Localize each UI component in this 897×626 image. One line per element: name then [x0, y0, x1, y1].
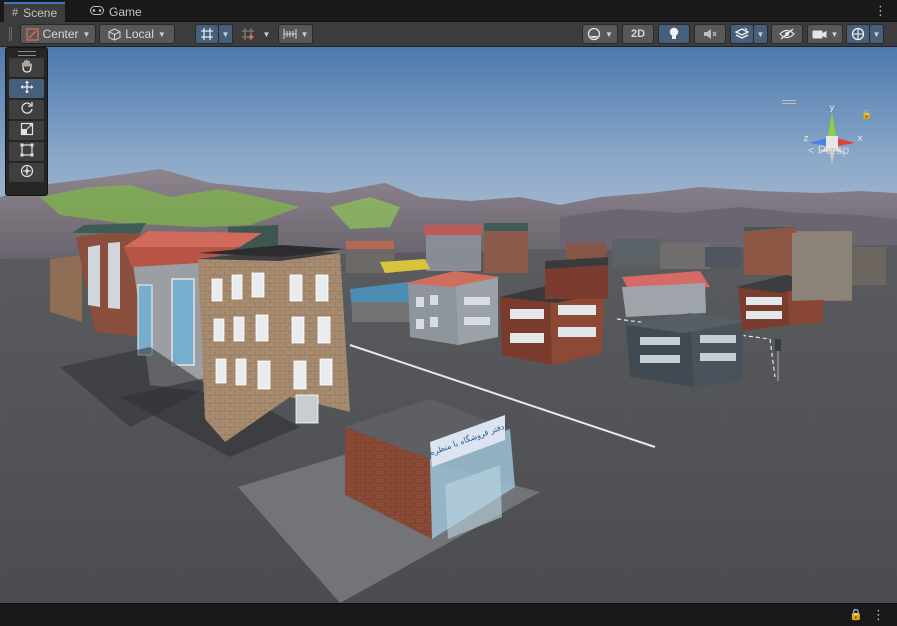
chevron-down-icon: ▼	[82, 29, 91, 39]
scene-toolbar: Center ▼ Local ▼ ▼ ▼ ▼ ▼ 2D ▼ ▼ ▼	[0, 22, 897, 47]
grid-snapping-toggle[interactable]	[195, 24, 219, 44]
ruler-icon	[282, 28, 297, 40]
rotate-tool-button[interactable]	[9, 100, 44, 119]
axis-x-label: x	[857, 134, 863, 144]
gizmos-dropdown[interactable]: ▼	[869, 24, 884, 44]
move-tool-button[interactable]	[9, 79, 44, 98]
increment-snap-dropdown[interactable]: ▼	[259, 24, 274, 44]
effects-toggle[interactable]	[730, 24, 754, 44]
shading-mode-dropdown[interactable]: ▼	[582, 24, 618, 44]
gamepad-icon	[90, 6, 104, 18]
orientation-gizmo[interactable]: y x z	[797, 101, 867, 181]
gizmo-menu-icon[interactable]	[782, 100, 796, 104]
increment-snap-icon	[241, 27, 255, 41]
axis-y-cone	[828, 111, 836, 137]
tab-game[interactable]: Game	[82, 2, 150, 22]
grid-snap-icon	[200, 27, 214, 41]
scale-icon	[20, 122, 34, 139]
tab-scene[interactable]: # Scene	[4, 2, 66, 22]
speaker-muted-icon	[703, 28, 717, 40]
chevron-down-icon: ▼	[830, 29, 839, 39]
layers-icon	[735, 27, 749, 41]
lock-icon[interactable]: 🔒	[849, 608, 863, 621]
lighting-toggle[interactable]	[658, 24, 690, 44]
light-bulb-icon	[668, 27, 680, 41]
chevron-down-icon: ▼	[872, 29, 881, 39]
transform-tools-overlay	[5, 47, 48, 196]
axis-y-label: y	[829, 103, 835, 113]
hidden-objects-toggle[interactable]	[771, 24, 803, 44]
toolbar-grip-icon[interactable]	[9, 27, 12, 41]
ruler-snap-dropdown[interactable]: ▼	[278, 24, 313, 44]
mode-2d-label: 2D	[630, 28, 646, 40]
pivot-position-dropdown[interactable]: Center ▼	[20, 24, 96, 44]
projection-label: Persp	[817, 143, 850, 157]
chevron-left-icon: <	[808, 145, 815, 157]
pivot-position-label: Center	[42, 27, 79, 41]
rect-tool-button[interactable]	[9, 142, 44, 161]
more-options-icon[interactable]: ⋮	[874, 3, 887, 19]
more-options-icon[interactable]: ⋮	[872, 607, 885, 623]
rotate-icon	[20, 101, 34, 118]
overlay-drag-handle[interactable]	[17, 51, 36, 56]
scene-viewport[interactable]: دفتر فروشگاه با منظره 🔒 y x z < Persp	[0, 47, 897, 603]
pivot-rotation-dropdown[interactable]: Local ▼	[99, 24, 175, 44]
eye-slash-icon	[779, 28, 795, 40]
hash-grid-icon: #	[12, 7, 19, 19]
hand-icon	[20, 59, 34, 76]
bottom-status-bar: 🔒 ⋮	[0, 603, 897, 626]
chevron-down-icon: ▼	[605, 29, 613, 39]
mode-2d-toggle[interactable]: 2D	[622, 24, 654, 44]
gizmos-toggle[interactable]	[846, 24, 870, 44]
effects-dropdown[interactable]: ▼	[753, 24, 768, 44]
projection-toggle[interactable]: < Persp	[808, 143, 849, 157]
local-cube-icon	[108, 27, 121, 41]
view-tool-button[interactable]	[9, 58, 44, 77]
camera-settings-dropdown[interactable]: ▼	[807, 24, 843, 44]
chevron-down-icon: ▼	[262, 29, 271, 39]
gizmo-globe-icon	[851, 27, 865, 41]
transform-combined-icon	[20, 164, 34, 181]
shading-sphere-icon	[587, 27, 601, 41]
chevron-down-icon: ▼	[221, 29, 230, 39]
tab-scene-label: Scene	[23, 6, 58, 20]
window-tab-bar: # Scene Game ⋮	[0, 0, 897, 22]
chevron-down-icon: ▼	[300, 29, 309, 39]
audio-toggle[interactable]	[694, 24, 726, 44]
scale-tool-button[interactable]	[9, 121, 44, 140]
tab-game-label: Game	[109, 5, 142, 19]
increment-snap-toggle[interactable]	[236, 24, 260, 44]
transform-tool-button[interactable]	[9, 163, 44, 182]
rect-transform-icon	[20, 143, 34, 160]
pivot-center-icon	[25, 27, 39, 41]
pivot-rotation-label: Local	[125, 27, 154, 41]
chevron-down-icon: ▼	[756, 29, 765, 39]
grid-snapping-dropdown[interactable]: ▼	[218, 24, 233, 44]
chevron-down-icon: ▼	[157, 29, 166, 39]
move-arrows-icon	[20, 80, 34, 97]
camera-icon	[812, 29, 827, 40]
scene-render: دفتر فروشگاه با منظره	[0, 47, 897, 603]
